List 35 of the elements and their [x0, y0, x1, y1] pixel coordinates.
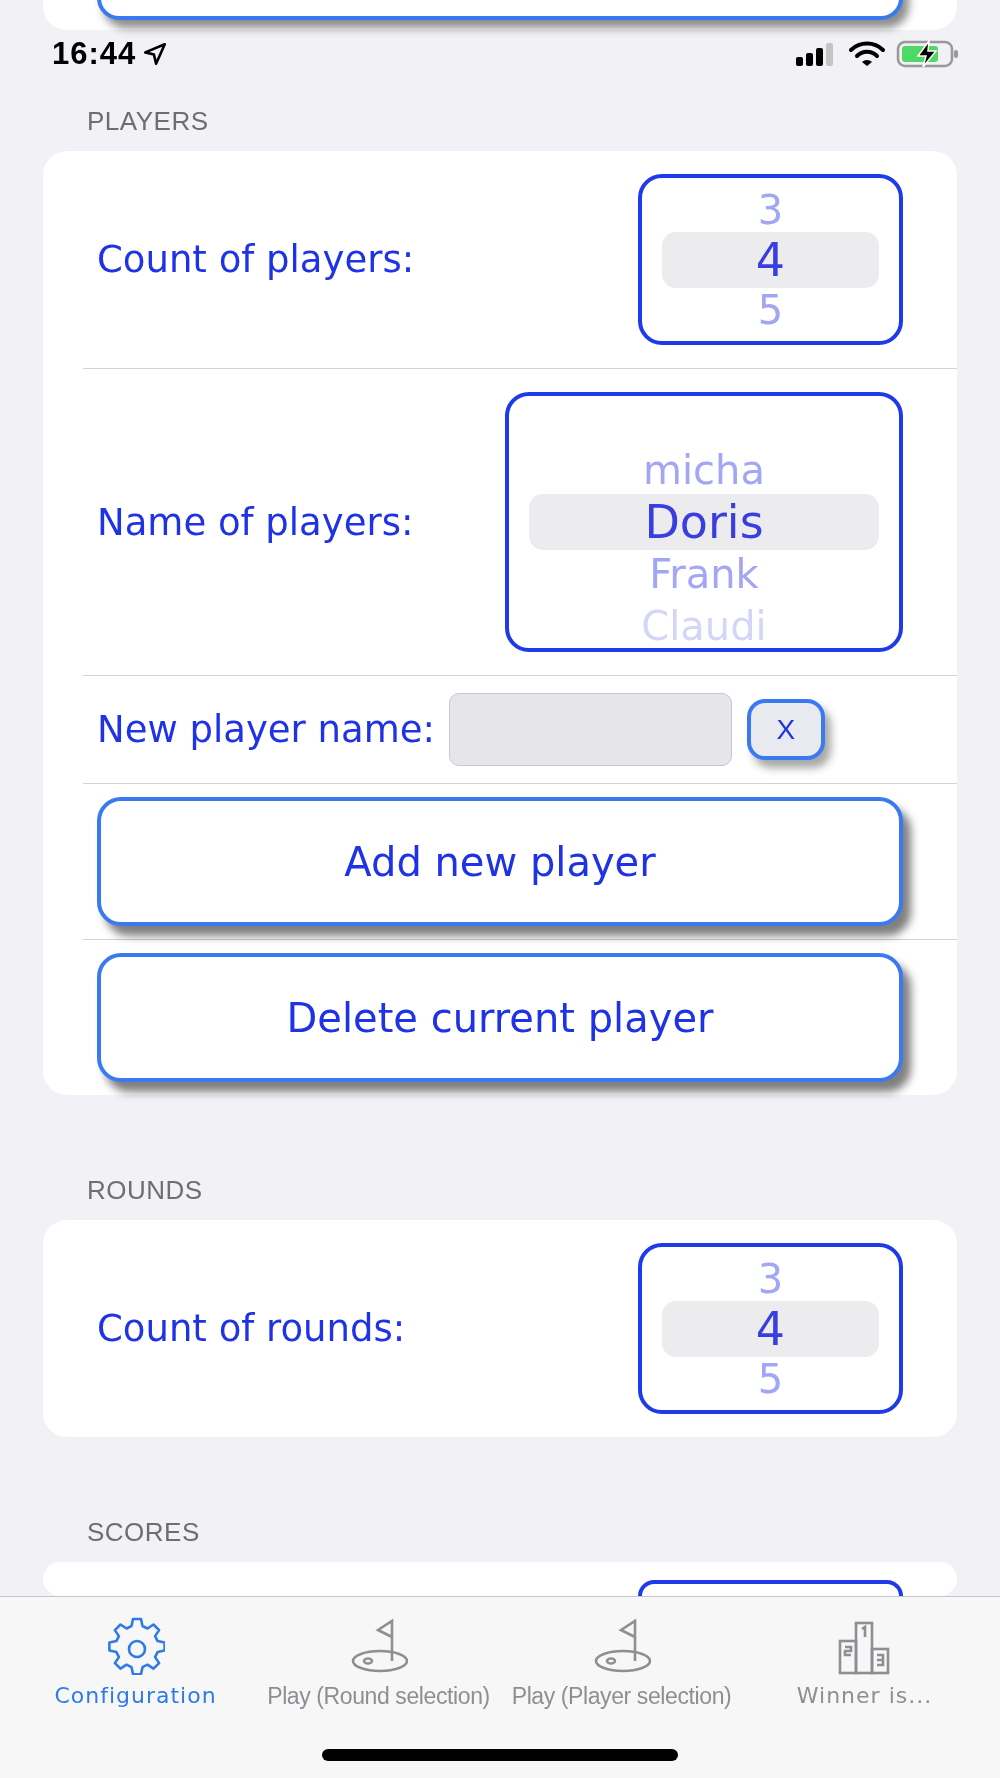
clear-button[interactable]: X — [746, 699, 825, 760]
field-label: Count of players: — [97, 238, 415, 281]
picker-option[interactable]: 5 — [642, 284, 899, 335]
tab-item[interactable]: Play (Player selection) — [500, 1615, 743, 1710]
picker-option[interactable]: micha — [509, 444, 899, 496]
field-label: Count of rounds: — [97, 1307, 406, 1350]
picker-option[interactable]: Doris — [509, 496, 899, 548]
section-header: ROUNDS — [86, 1174, 204, 1207]
tab-item[interactable]: Play (Round selection) — [257, 1615, 500, 1710]
section-header: PLAYERS — [86, 105, 210, 138]
battery-charging-icon — [896, 39, 960, 69]
tab-item[interactable]: Configuration — [14, 1615, 257, 1708]
field-label: Name of players: — [97, 500, 414, 544]
picker-option[interactable]: 4 — [642, 1303, 899, 1354]
picker-option[interactable]: 4 — [642, 234, 899, 285]
picker-option[interactable]: 3 — [642, 184, 899, 235]
picker-option[interactable]: Frank — [509, 548, 899, 600]
wifi-icon — [848, 40, 886, 68]
picker-option[interactable]: 5 — [642, 1353, 899, 1404]
tab-label: Play (Player selection) — [511, 1683, 732, 1710]
location-icon — [142, 41, 169, 67]
field-label: New player name: — [97, 708, 435, 751]
input-field[interactable] — [448, 693, 732, 766]
tab-label: Configuration — [54, 1683, 217, 1708]
tab-label: Play (Round selection) — [267, 1683, 490, 1710]
tab-item[interactable]: Winner is... — [743, 1615, 986, 1708]
picker-wheel[interactable]: 3 4 5 — [638, 174, 903, 345]
tab-label: Winner is... — [796, 1683, 933, 1708]
clock-time: 16:44 — [52, 36, 137, 72]
action-button[interactable]: Delete current player — [97, 953, 903, 1082]
picker-option[interactable]: 3 — [642, 1253, 899, 1304]
section-header: SCORES — [86, 1516, 201, 1549]
picker-wheel[interactable]: 3 4 5 — [638, 1243, 903, 1414]
action-button[interactable]: Add new player — [97, 797, 903, 926]
settings-icon — [106, 1615, 165, 1675]
